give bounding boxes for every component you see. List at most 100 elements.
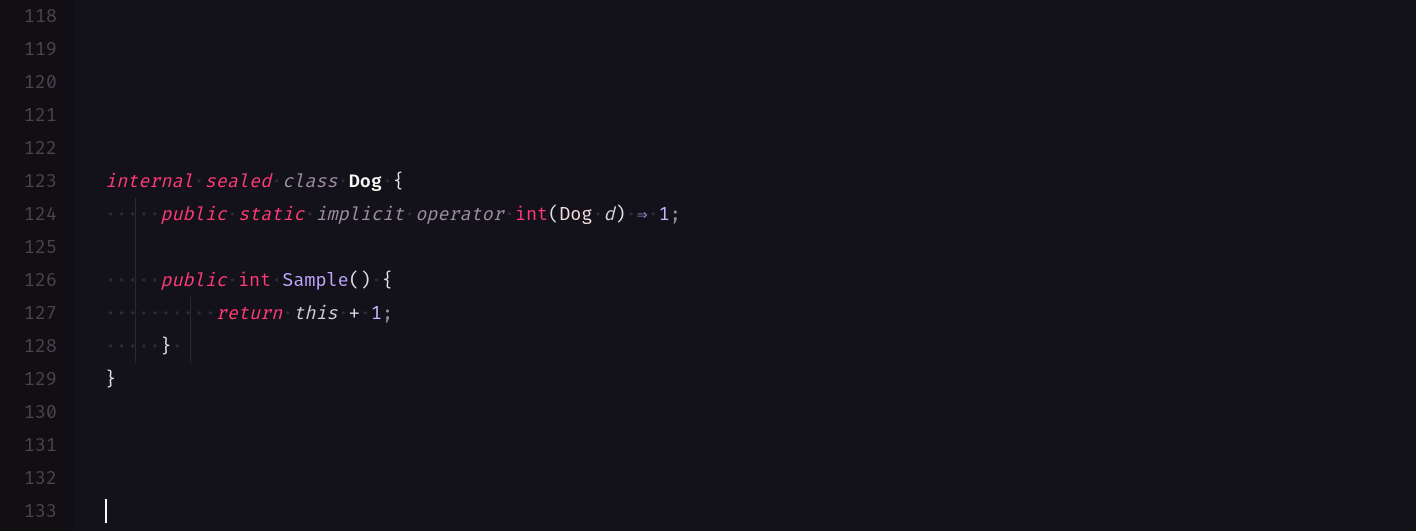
code-line[interactable] [105, 99, 1416, 132]
whitespace: · [127, 203, 138, 226]
line-number: 123 [0, 165, 57, 198]
code-line[interactable] [105, 132, 1416, 165]
token-type: int [515, 203, 548, 226]
token-brace: { [382, 269, 393, 292]
whitespace: · [171, 335, 182, 358]
whitespace: · [194, 170, 205, 193]
code-line[interactable]: } [105, 363, 1416, 396]
whitespace: · [404, 203, 415, 226]
indent-guide [135, 231, 136, 264]
whitespace: · [271, 269, 282, 292]
whitespace: · [149, 203, 160, 226]
whitespace: · [194, 302, 205, 325]
line-number: 122 [0, 132, 57, 165]
indent-guide [135, 264, 136, 297]
line-number: 127 [0, 297, 57, 330]
line-number: 118 [0, 0, 57, 33]
code-line[interactable] [105, 396, 1416, 429]
whitespace: · [116, 335, 127, 358]
line-number: 131 [0, 429, 57, 462]
line-number: 120 [0, 66, 57, 99]
indent-guide [135, 297, 136, 330]
token-type: Dog [349, 170, 382, 193]
code-line-cursor[interactable] [105, 495, 1416, 528]
line-number: 119 [0, 33, 57, 66]
code-line[interactable]: internal·sealed·class·Dog·{ [105, 165, 1416, 198]
whitespace: · [116, 203, 127, 226]
whitespace: · [592, 203, 603, 226]
code-line[interactable]: ··········return·this·+·1; [105, 297, 1416, 330]
whitespace: · [371, 269, 382, 292]
whitespace: · [149, 335, 160, 358]
whitespace: · [171, 302, 182, 325]
code-line[interactable] [105, 66, 1416, 99]
code-panel[interactable]: internal·sealed·class·Dog·{ ·····public·… [75, 0, 1416, 531]
whitespace: · [160, 302, 171, 325]
token-operator: + [349, 302, 360, 325]
whitespace: · [105, 269, 116, 292]
token-keyword: sealed [205, 170, 271, 193]
token-keyword: public [160, 203, 226, 226]
whitespace: · [105, 203, 116, 226]
token-param: d [604, 203, 615, 226]
indent-guide [190, 330, 191, 363]
whitespace: · [338, 302, 349, 325]
code-line[interactable] [105, 0, 1416, 33]
code-line[interactable] [105, 231, 1416, 264]
token-brace: { [393, 170, 404, 193]
line-number: 132 [0, 462, 57, 495]
whitespace: · [648, 203, 659, 226]
code-line[interactable]: ·····}· [105, 330, 1416, 363]
token-paren: ( [548, 203, 559, 226]
code-line[interactable]: ·····public·static·implicit·operator·int… [105, 198, 1416, 231]
whitespace: · [626, 203, 637, 226]
whitespace: · [149, 269, 160, 292]
whitespace: · [338, 170, 349, 193]
token-number: 1 [371, 302, 382, 325]
code-line[interactable]: ·····public·int·Sample()·{ [105, 264, 1416, 297]
whitespace: · [127, 302, 138, 325]
whitespace: · [138, 335, 149, 358]
whitespace: · [227, 269, 238, 292]
token-keyword: public [160, 269, 226, 292]
token-paren: ) [615, 203, 626, 226]
line-number: 126 [0, 264, 57, 297]
code-line[interactable] [105, 429, 1416, 462]
token-keyword: internal [105, 170, 194, 193]
indent-guide [135, 198, 136, 231]
token-this: this [293, 302, 337, 325]
whitespace: · [138, 302, 149, 325]
token-keyword: operator [415, 203, 504, 226]
whitespace: · [149, 302, 160, 325]
token-arrow: ⇒ [637, 203, 648, 226]
whitespace: · [105, 335, 116, 358]
token-keyword: return [216, 302, 282, 325]
whitespace: · [183, 302, 194, 325]
whitespace: · [271, 170, 282, 193]
whitespace: · [138, 269, 149, 292]
line-number: 124 [0, 198, 57, 231]
token-keyword: static [238, 203, 304, 226]
whitespace: · [116, 269, 127, 292]
line-number: 129 [0, 363, 57, 396]
token-keyword: implicit [315, 203, 404, 226]
whitespace: · [382, 170, 393, 193]
token-brace: } [105, 368, 116, 391]
indent-guide [135, 330, 136, 363]
text-cursor [105, 499, 107, 523]
code-line[interactable] [105, 33, 1416, 66]
code-line[interactable] [105, 462, 1416, 495]
whitespace: · [116, 302, 127, 325]
whitespace: · [504, 203, 515, 226]
line-number: 133 [0, 495, 57, 528]
line-number: 128 [0, 330, 57, 363]
whitespace: · [227, 203, 238, 226]
whitespace: · [360, 302, 371, 325]
line-number: 125 [0, 231, 57, 264]
indent-guide [190, 297, 191, 330]
code-editor[interactable]: 1181191201211221231241251261271281291301… [0, 0, 1416, 531]
whitespace: · [127, 335, 138, 358]
token-brace: } [160, 335, 171, 358]
whitespace: · [205, 302, 216, 325]
line-number: 121 [0, 99, 57, 132]
